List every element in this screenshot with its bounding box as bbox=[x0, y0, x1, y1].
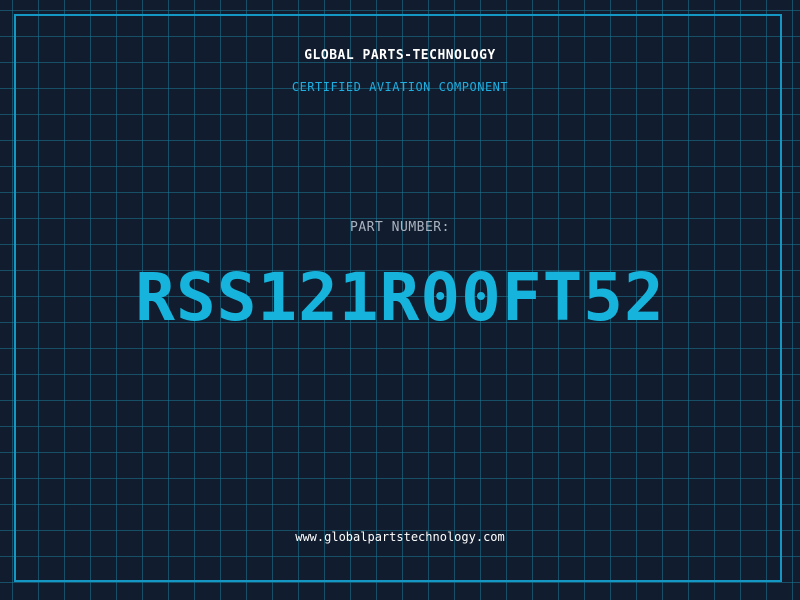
certification-subtitle: CERTIFIED AVIATION COMPONENT bbox=[291, 80, 509, 94]
company-name: GLOBAL PARTS-TECHNOLOGY bbox=[304, 48, 496, 63]
website-url: www.globalpartstechnology.com bbox=[295, 530, 505, 544]
part-number-value: RSS121R00FT52 bbox=[135, 259, 665, 336]
part-number-label: PART NUMBER: bbox=[350, 220, 450, 235]
